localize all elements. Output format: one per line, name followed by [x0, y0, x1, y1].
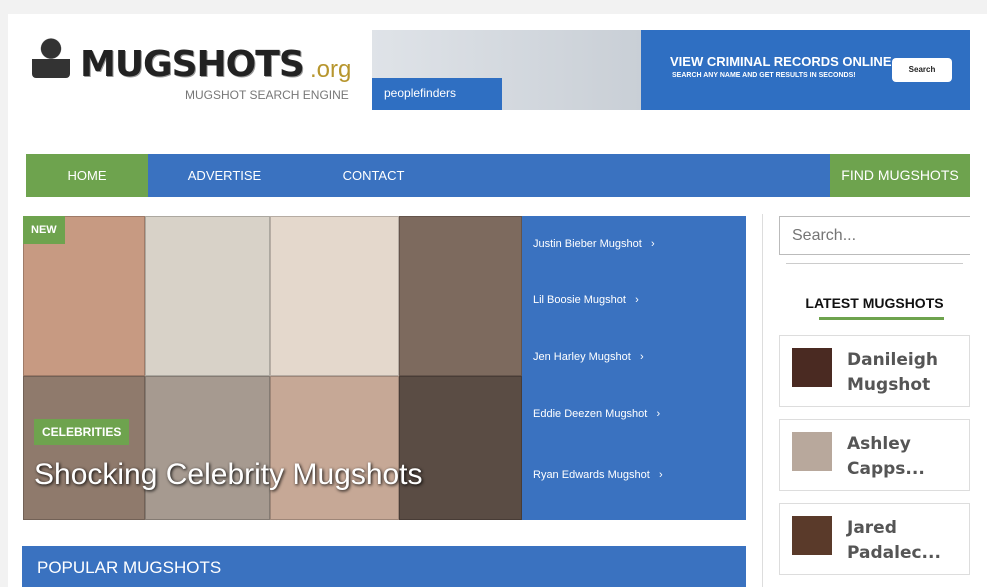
logo-tld: .org [310, 56, 352, 83]
popular-header: POPULAR MUGSHOTS [22, 546, 746, 587]
latest-card[interactable]: Jared Padalec... [779, 503, 970, 575]
logo-text: MUGSHOTS [80, 44, 305, 85]
title-underline [819, 317, 944, 320]
hero-link[interactable]: Ryan Edwards Mugshot › [533, 469, 663, 481]
ad-headline: VIEW CRIMINAL RECORDS ONLINE [670, 54, 892, 69]
chevron-right-icon: › [633, 351, 644, 363]
divider [786, 263, 963, 264]
link-label: Ryan Edwards Mugshot [533, 469, 650, 481]
search-form: ⚲ [779, 216, 987, 255]
column-divider [762, 214, 763, 587]
hero-feature[interactable]: NEW CELEBRITIES Shocking Celebrity Mugsh… [23, 216, 522, 520]
link-label: Lil Boosie Mugshot [533, 294, 626, 306]
nav-find-mugshots[interactable]: FIND MUGSHOTS [830, 154, 970, 197]
nav-advertise[interactable]: ADVERTISE [148, 154, 301, 197]
ad-brand: peoplefinders [372, 78, 502, 110]
chevron-right-icon: › [629, 294, 639, 306]
card-title: Ashley Capps... [847, 434, 925, 479]
link-label: Justin Bieber Mugshot [533, 238, 642, 250]
latest-card[interactable]: Danileigh Mugshot [779, 335, 970, 407]
tagline: MUGSHOT SEARCH ENGINE [185, 88, 349, 102]
card-title: Danileigh Mugshot [847, 350, 938, 395]
chevron-right-icon: › [650, 408, 661, 420]
link-label: Eddie Deezen Mugshot [533, 408, 648, 420]
ad-banner[interactable]: peoplefinders VIEW CRIMINAL RECORDS ONLI… [372, 30, 970, 110]
chevron-right-icon: › [652, 469, 663, 481]
main-nav: HOME ADVERTISE CONTACT FIND MUGSHOTS [26, 154, 970, 197]
silhouette-icon [32, 36, 70, 78]
card-title: Jared Padalec... [847, 518, 941, 563]
nav-contact[interactable]: CONTACT [301, 154, 446, 197]
mugshot-thumbnail [792, 348, 832, 387]
hero-link[interactable]: Lil Boosie Mugshot › [533, 294, 639, 306]
hero-title[interactable]: Shocking Celebrity Mugshots [34, 458, 423, 492]
new-badge: NEW [23, 216, 65, 244]
category-badge[interactable]: CELEBRITIES [34, 419, 130, 445]
ad-search-button[interactable]: Search [892, 58, 952, 82]
chevron-right-icon: › [644, 238, 655, 250]
hero-link[interactable]: Justin Bieber Mugshot › [533, 238, 655, 250]
mugshot-thumbnail [792, 516, 832, 555]
mugshot-thumbnail [792, 432, 832, 471]
hero-link[interactable]: Eddie Deezen Mugshot › [533, 408, 660, 420]
hero-link[interactable]: Jen Harley Mugshot › [533, 351, 644, 363]
nav-home[interactable]: HOME [26, 154, 148, 197]
search-input[interactable] [780, 217, 987, 254]
hero-link-list: Justin Bieber Mugshot › Lil Boosie Mugsh… [522, 216, 746, 520]
site-logo[interactable]: MUGSHOTS .org MUGSHOT SEARCH ENGINE [28, 32, 353, 107]
latest-card[interactable]: Ashley Capps... [779, 419, 970, 491]
latest-title: LATEST MUGSHOTS [805, 295, 944, 311]
ad-subline: SEARCH ANY NAME AND GET RESULTS IN SECON… [672, 72, 856, 79]
link-label: Jen Harley Mugshot [533, 351, 631, 363]
